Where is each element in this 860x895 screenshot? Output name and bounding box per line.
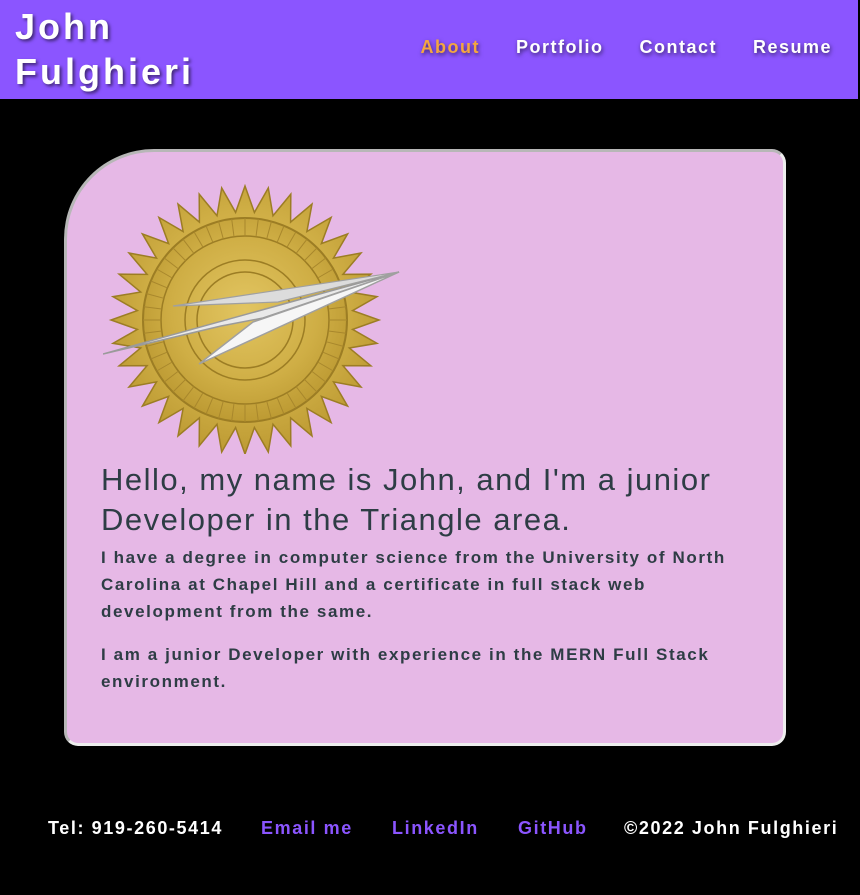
about-headline: Hello, my name is John, and I'm a junior… [101, 462, 712, 537]
footer-email-link[interactable]: Email me [261, 815, 353, 841]
site-header: John Fulghieri About Portfolio Contact R… [0, 0, 858, 99]
nav-contact[interactable]: Contact [639, 36, 717, 58]
about-card: Hello, my name is John, and I'm a junior… [64, 149, 786, 746]
gold-seal-with-arrow-icon [103, 184, 400, 454]
footer-github-link[interactable]: GitHub [518, 815, 588, 841]
footer-copyright: ©2022 John Fulghieri [624, 818, 839, 838]
main-nav: About Portfolio Contact Resume [384, 36, 832, 58]
about-paragraph-experience: I am a junior Developer with experience … [101, 645, 710, 691]
site-brand[interactable]: John Fulghieri [15, 4, 215, 94]
footer-linkedin-link[interactable]: LinkedIn [392, 815, 479, 841]
site-footer: Tel: 919-260-5414 Email me LinkedIn GitH… [0, 815, 860, 841]
nav-resume[interactable]: Resume [753, 36, 832, 58]
footer-phone: Tel: 919-260-5414 [48, 818, 223, 838]
about-paragraph-education: I have a degree in computer science from… [101, 548, 726, 621]
nav-portfolio[interactable]: Portfolio [516, 36, 604, 58]
nav-about[interactable]: About [420, 36, 479, 58]
